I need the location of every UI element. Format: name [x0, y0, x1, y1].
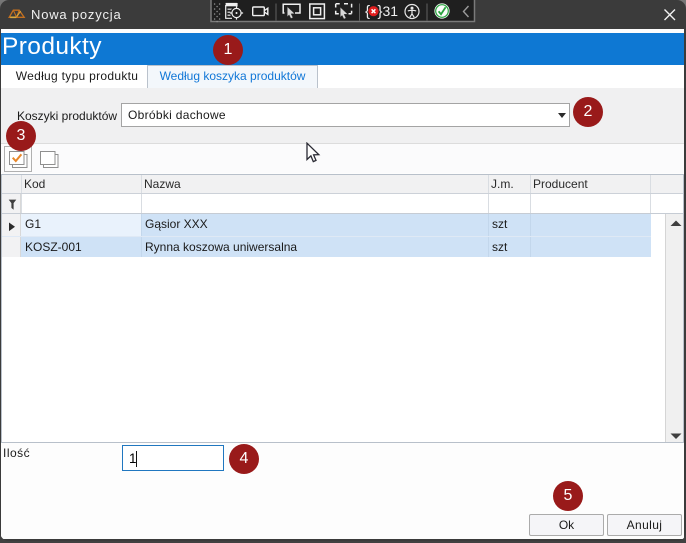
svg-text:31: 31 — [383, 3, 399, 19]
